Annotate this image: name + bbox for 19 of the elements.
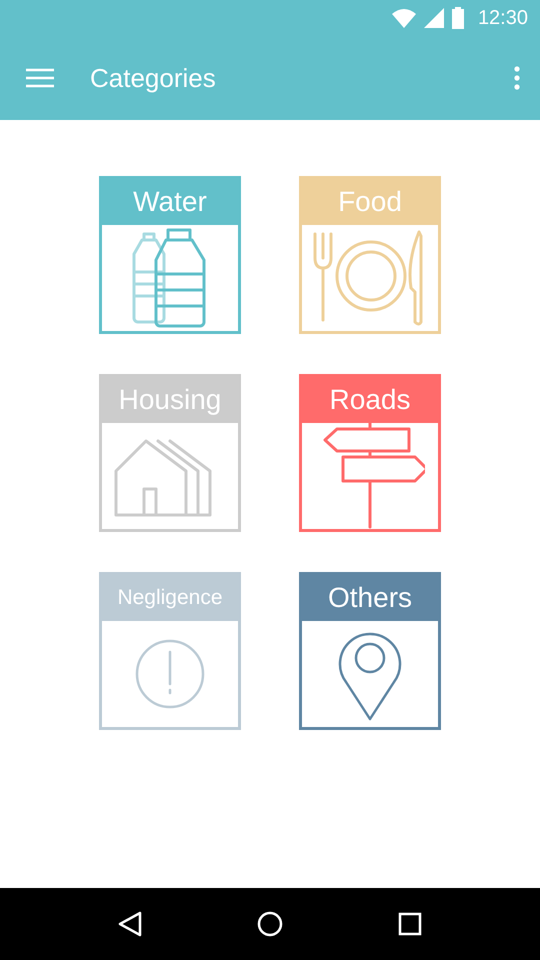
signal-icon: [424, 8, 444, 28]
tile-header: Negligence: [102, 575, 238, 621]
wifi-icon: [392, 8, 416, 28]
category-tile[interactable]: Others: [299, 572, 441, 730]
tile-header: Water: [102, 179, 238, 225]
tile-header: Food: [302, 179, 438, 225]
tile-header: Others: [302, 575, 438, 621]
category-tile[interactable]: Water: [99, 176, 241, 334]
tile-header: Roads: [302, 377, 438, 423]
category-tile[interactable]: Negligence: [99, 572, 241, 730]
battery-icon: [452, 7, 464, 29]
home-icon[interactable]: [256, 911, 283, 937]
recents-icon[interactable]: [398, 912, 422, 936]
back-icon[interactable]: [118, 911, 142, 937]
toolbar-title: Categories: [90, 62, 217, 94]
category-tile[interactable]: Food: [299, 176, 441, 334]
status-time: 12:30: [478, 6, 528, 30]
warning-icon: [134, 638, 206, 710]
category-tile[interactable]: Roads: [299, 374, 441, 532]
